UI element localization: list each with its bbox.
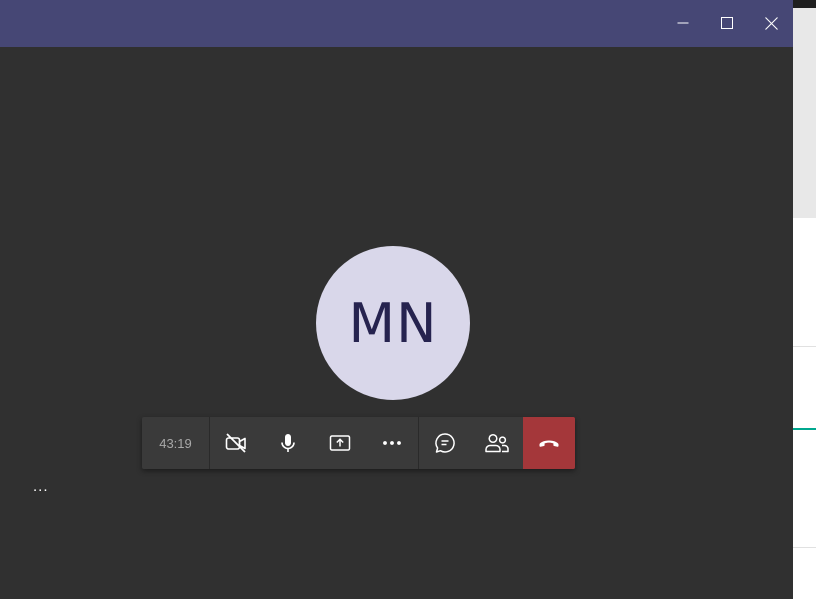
title-bar — [0, 0, 793, 47]
chat-icon — [435, 433, 455, 453]
background-divider — [793, 547, 816, 548]
close-button[interactable] — [749, 0, 793, 46]
background-window-header — [793, 8, 816, 218]
share-screen-button[interactable] — [314, 417, 366, 469]
minimize-icon — [677, 22, 689, 24]
call-timer: 43:19 — [142, 417, 210, 469]
participants-button[interactable] — [471, 417, 523, 469]
hang-up-icon — [539, 440, 559, 447]
more-icon — [383, 441, 401, 445]
background-window-panel — [793, 218, 816, 599]
microphone-icon — [281, 434, 295, 452]
more-actions-button[interactable] — [366, 417, 418, 469]
share-screen-icon — [329, 435, 351, 451]
maximize-icon — [721, 17, 733, 29]
avatar-initials: MN — [348, 292, 438, 355]
status-ellipsis: ... — [33, 478, 49, 495]
hang-up-button[interactable] — [523, 417, 575, 469]
microphone-button[interactable] — [262, 417, 314, 469]
background-window-titlebar — [793, 0, 816, 8]
participant-avatar: MN — [316, 246, 470, 400]
camera-off-icon — [225, 433, 246, 453]
camera-toggle-button[interactable] — [210, 417, 262, 469]
background-window — [793, 0, 816, 599]
chat-button[interactable] — [419, 417, 471, 469]
background-accent-line — [793, 428, 816, 430]
background-divider — [793, 346, 816, 347]
call-window: MN 43:19 ... — [0, 0, 793, 599]
maximize-button[interactable] — [705, 0, 749, 46]
close-icon — [764, 16, 778, 30]
people-icon — [485, 433, 509, 453]
minimize-button[interactable] — [661, 0, 705, 46]
call-control-bar: 43:19 — [142, 417, 575, 469]
